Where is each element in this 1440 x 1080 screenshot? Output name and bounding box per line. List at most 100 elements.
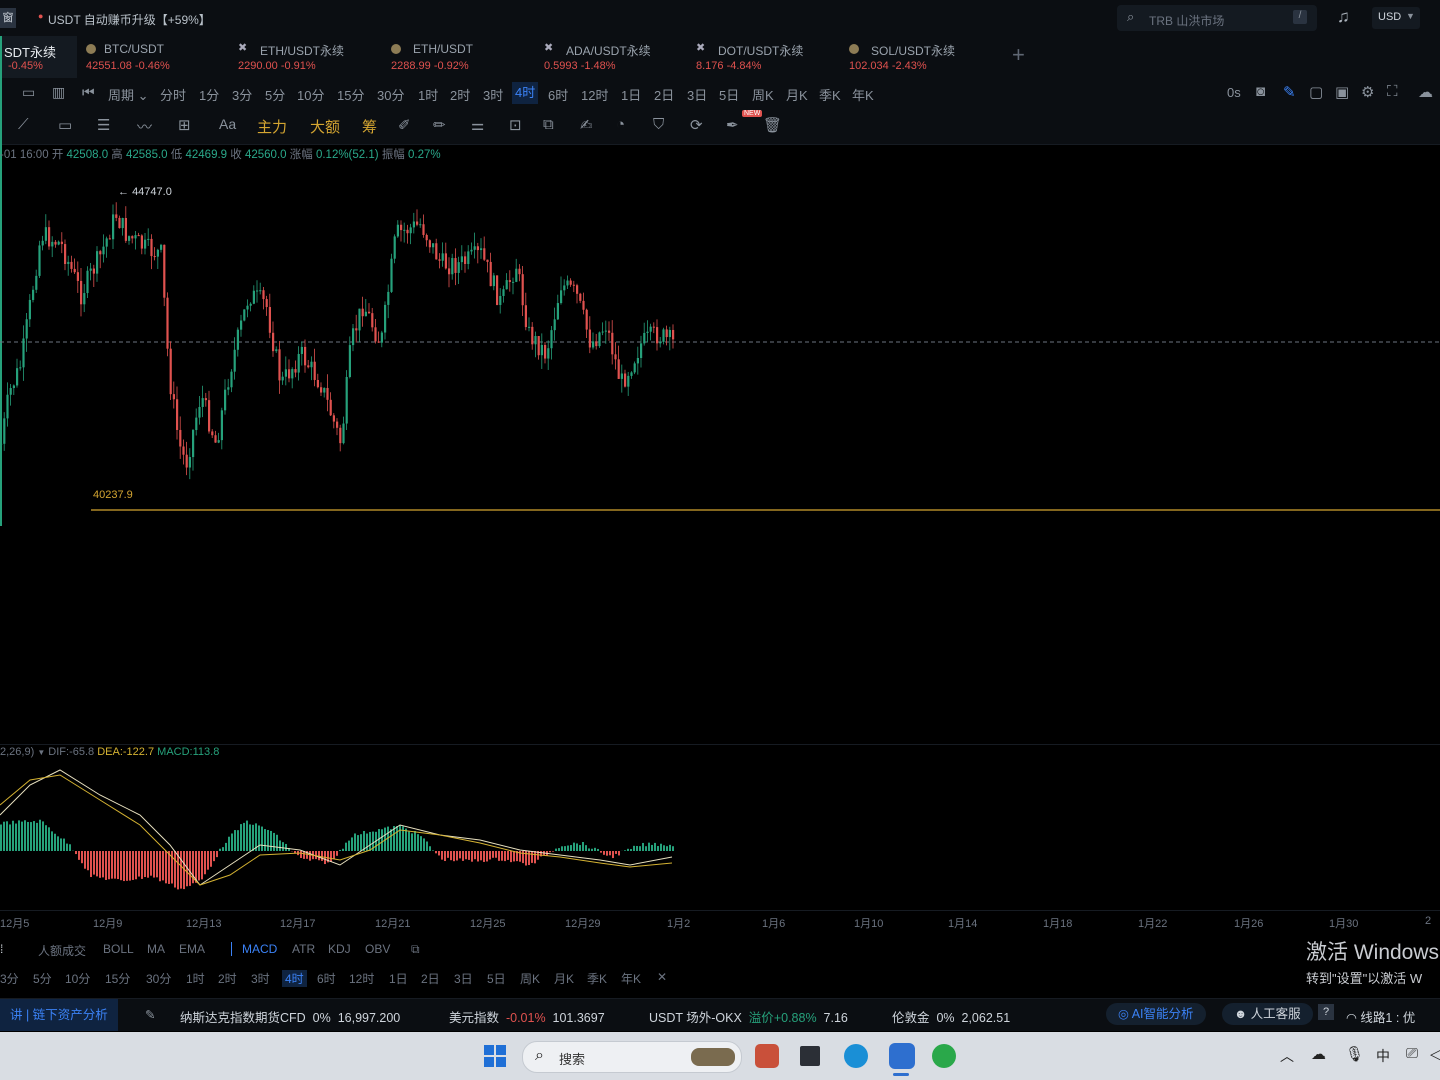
interval-4h[interactable]: 4时 (512, 82, 539, 104)
interval-1h[interactable]: 1时 (418, 85, 438, 104)
announcement-text[interactable]: USDT 自动赚币升级【+59%】 (48, 11, 211, 28)
iv2-month[interactable]: 月K (554, 970, 574, 987)
iv2-week[interactable]: 周K (520, 970, 540, 987)
iv2-5m[interactable]: 5分 (33, 970, 52, 987)
close-icon[interactable]: ✖ (696, 41, 705, 54)
connection-status[interactable]: ◠ 线路1 : 优 (1346, 1007, 1415, 1026)
iv2-15m[interactable]: 15分 (105, 970, 130, 987)
interval-quarter[interactable]: 季K (819, 85, 841, 104)
edit-icon[interactable]: ✍ (580, 116, 593, 134)
brush-icon[interactable]: ✏ (433, 116, 446, 134)
iv2-5d[interactable]: 5日 (487, 970, 506, 987)
interval-30m[interactable]: 30分 (377, 85, 404, 104)
cloud-icon[interactable]: ☁ (1311, 1045, 1326, 1063)
search-box[interactable]: ⌕ TRB 山洪市场 / (1117, 5, 1317, 31)
search-input[interactable]: TRB 山洪市场 (1149, 12, 1224, 29)
tab-btc-usdt[interactable]: BTC/USDT 42551.08 -0.46% (82, 36, 222, 78)
bell-icon[interactable]: ♫ (1337, 7, 1350, 27)
speaker-icon[interactable]: ◁ (1430, 1045, 1440, 1063)
iv2-3m[interactable]: 3分 (0, 970, 19, 987)
rewind-icon[interactable]: ⏮ (82, 84, 95, 101)
network-icon[interactable]: ⎚ (1406, 1045, 1418, 1062)
tab-dot-usdt-perp[interactable]: ✖ DOT/USDT永续 8.176 -4.84% (692, 36, 832, 78)
iv2-4h[interactable]: 4时 (282, 970, 307, 987)
interval-2h[interactable]: 2时 (450, 85, 470, 104)
interval-1m[interactable]: 1分 (199, 85, 219, 104)
iv2-2d[interactable]: 2日 (421, 970, 440, 987)
tab-ada-usdt-perp[interactable]: ✖ ADA/USDT永续 0.5993 -1.48% (540, 36, 680, 78)
close-icon[interactable]: ✖ (544, 41, 553, 54)
chevron-up-icon[interactable]: ︿ (1280, 1046, 1294, 1066)
copilot-icon[interactable] (755, 1044, 779, 1068)
iv2-30m[interactable]: 30分 (146, 970, 171, 987)
gear-icon[interactable]: ⚙ (1361, 83, 1374, 101)
measure-tool-icon[interactable]: ⊞ (178, 116, 191, 134)
interval-6h[interactable]: 6时 (548, 85, 568, 104)
big-order-button[interactable]: 大额 (310, 116, 340, 137)
interval-15m[interactable]: 15分 (337, 85, 364, 104)
tab-eth-usdt-perp[interactable]: ✖ ETH/USDT永续 2290.00 -0.91% (234, 36, 374, 78)
candlestick-chart[interactable]: ← 44747.0 40237.9 (0, 144, 1440, 744)
input-language[interactable]: 中 (1376, 1046, 1390, 1066)
ticker-nasdaq[interactable]: 纳斯达克指数期货CFD 0% 16,997.200 (180, 1007, 400, 1026)
indicator-ma[interactable]: MA (147, 942, 165, 956)
interval-year[interactable]: 年K (852, 85, 874, 104)
iv2-1h[interactable]: 1时 (186, 970, 205, 987)
filter-icon[interactable]: ⛉ (653, 116, 664, 133)
interval-week[interactable]: 周K (752, 85, 774, 104)
interval-timeshare[interactable]: 分时 (160, 85, 186, 104)
windows-start-icon[interactable] (484, 1045, 506, 1067)
close-icon[interactable]: ✕ (657, 970, 667, 984)
indicator-ema[interactable]: EMA (179, 942, 205, 956)
app-icon[interactable]: 窗 (0, 8, 16, 28)
interval-2d[interactable]: 2日 (654, 85, 674, 104)
cloud-sync-icon[interactable]: ☁ (1418, 83, 1433, 101)
edge-icon[interactable] (844, 1044, 868, 1068)
calendar-icon[interactable]: ▭ (22, 84, 35, 101)
indicator-boll[interactable]: BOLL (103, 942, 134, 956)
indicator-atr[interactable]: ATR (292, 942, 315, 956)
iv2-10m[interactable]: 10分 (65, 970, 90, 987)
taskbar-search[interactable]: ⌕ 搜索 (522, 1041, 742, 1073)
indicator-settings-icon[interactable]: ⧉ (411, 942, 420, 957)
trash-icon[interactable]: 🗑 (763, 116, 782, 134)
tab-sdt-perp[interactable]: SDT永续 -0.45% (0, 36, 77, 78)
copy-icon[interactable]: ⧉ (543, 116, 554, 133)
ticker-usdt-otc[interactable]: USDT 场外-OKX 溢价+0.88% 7.16 (649, 1007, 848, 1026)
pencil-icon[interactable]: ✎ (1283, 83, 1296, 101)
main-force-button[interactable]: 主力 (257, 116, 287, 137)
text-tool[interactable]: Aa (219, 116, 236, 132)
template-icon[interactable]: ▣ (1335, 83, 1349, 101)
interval-12h[interactable]: 12时 (581, 85, 608, 104)
interval-month[interactable]: 月K (786, 85, 808, 104)
customer-service-button[interactable]: ☻ 人工客服 (1222, 1003, 1313, 1025)
microphone-icon[interactable]: 🎙 (1345, 1045, 1364, 1063)
iv2-quarter[interactable]: 季K (587, 970, 607, 987)
wechat-icon[interactable] (932, 1044, 956, 1068)
interval-3d[interactable]: 3日 (687, 85, 707, 104)
currency-select[interactable]: USD ▼ (1372, 7, 1420, 29)
interval-1d[interactable]: 1日 (621, 85, 641, 104)
parallel-lines-icon[interactable]: ☰ (97, 116, 110, 134)
ticker-dxy[interactable]: 美元指数 -0.01% 101.3697 (449, 1007, 605, 1026)
macd-chart[interactable] (0, 744, 1440, 913)
iv2-6h[interactable]: 6时 (317, 970, 336, 987)
indicator-menu[interactable]: ⁞ (0, 942, 3, 956)
interval-5m[interactable]: 5分 (265, 85, 285, 104)
rectangle-tool-icon[interactable]: ▭ (58, 116, 72, 134)
offchain-analysis-link[interactable]: 讲 | 链下资产分析 (0, 999, 118, 1031)
magnet-icon[interactable]: ◔ (616, 116, 625, 133)
interval-10m[interactable]: 10分 (297, 85, 324, 104)
period-select[interactable]: 周期 ⌄ (108, 85, 149, 104)
indicator-macd[interactable]: MACD (231, 942, 277, 956)
iv2-3h[interactable]: 3时 (251, 970, 270, 987)
add-tab-button[interactable]: + (1012, 42, 1025, 68)
ai-analysis-button[interactable]: ◎ AI智能分析 (1106, 1003, 1206, 1025)
app-window-icon[interactable] (800, 1046, 820, 1066)
wave-tool-icon[interactable]: 〰 (137, 116, 152, 137)
fullscreen-icon[interactable]: ⛶ (1387, 83, 1398, 100)
interval-3m[interactable]: 3分 (232, 85, 252, 104)
bar-pattern-icon[interactable]: ⚌ (471, 116, 484, 134)
interval-5d[interactable]: 5日 (719, 85, 739, 104)
iv2-year[interactable]: 年K (621, 970, 641, 987)
